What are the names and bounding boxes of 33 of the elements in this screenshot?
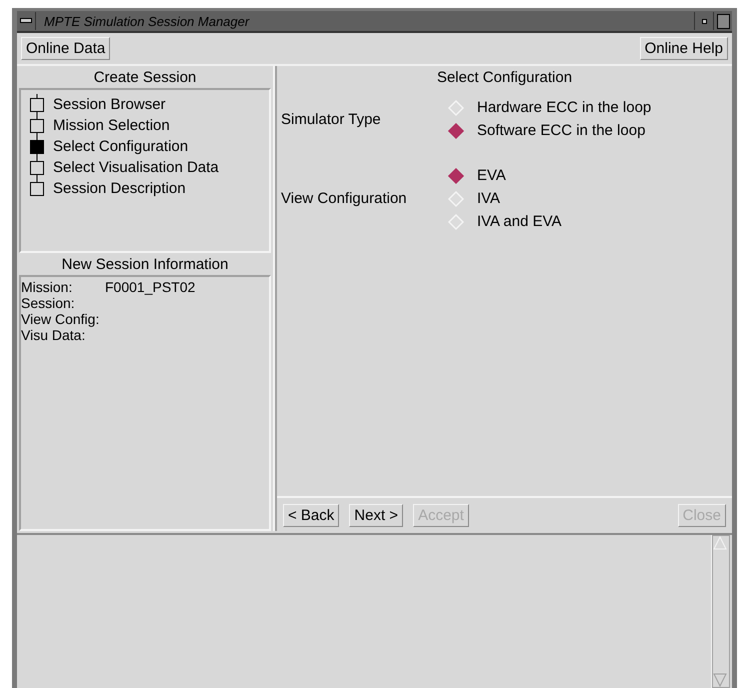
scrollbar[interactable] (712, 535, 730, 688)
info-label: Visu Data: (21, 327, 86, 343)
nav-button[interactable]: < Back (283, 504, 340, 527)
radio-button[interactable] (447, 166, 465, 184)
step-label[interactable]: Select Configuration (53, 138, 188, 155)
step-label[interactable]: Select Visualisation Data (53, 159, 219, 176)
minimize-icon[interactable] (702, 18, 706, 24)
step-label[interactable]: Session Browser (53, 96, 166, 113)
panel-header: Create Session (92, 68, 198, 88)
panel-header: Select Configuration (436, 68, 574, 88)
info-label: View Config: (21, 311, 100, 327)
step-label[interactable]: Session Description (53, 180, 186, 197)
option-label[interactable]: Hardware ECC in the loop (477, 99, 652, 116)
info-value: F0001_PST02 (105, 279, 196, 295)
option-label[interactable]: EVA (477, 167, 506, 184)
window-menu-icon[interactable] (20, 18, 32, 24)
nav-button[interactable]: Next > (349, 504, 404, 527)
group-label: Simulator Type (281, 110, 382, 128)
group-label: View Configuration (281, 190, 408, 207)
option-label[interactable]: IVA (477, 190, 500, 207)
option-label[interactable]: Software ECC in the loop (477, 122, 646, 139)
online-data-button[interactable]: Online Data (21, 37, 110, 60)
option-label[interactable]: IVA and EVA (477, 213, 562, 230)
online-help-button[interactable]: Online Help (640, 37, 728, 60)
window-title: MPTE Simulation Session Manager (43, 14, 250, 28)
scroll-up-icon[interactable] (713, 536, 727, 550)
info-label: Session: (21, 295, 76, 311)
radio-button[interactable] (447, 122, 465, 140)
info-label: Mission: (21, 279, 74, 295)
maximize-icon[interactable] (716, 14, 730, 28)
panel-header: New Session Information (60, 255, 230, 275)
scroll-down-icon[interactable] (713, 673, 727, 687)
step-label[interactable]: Mission Selection (53, 117, 170, 134)
